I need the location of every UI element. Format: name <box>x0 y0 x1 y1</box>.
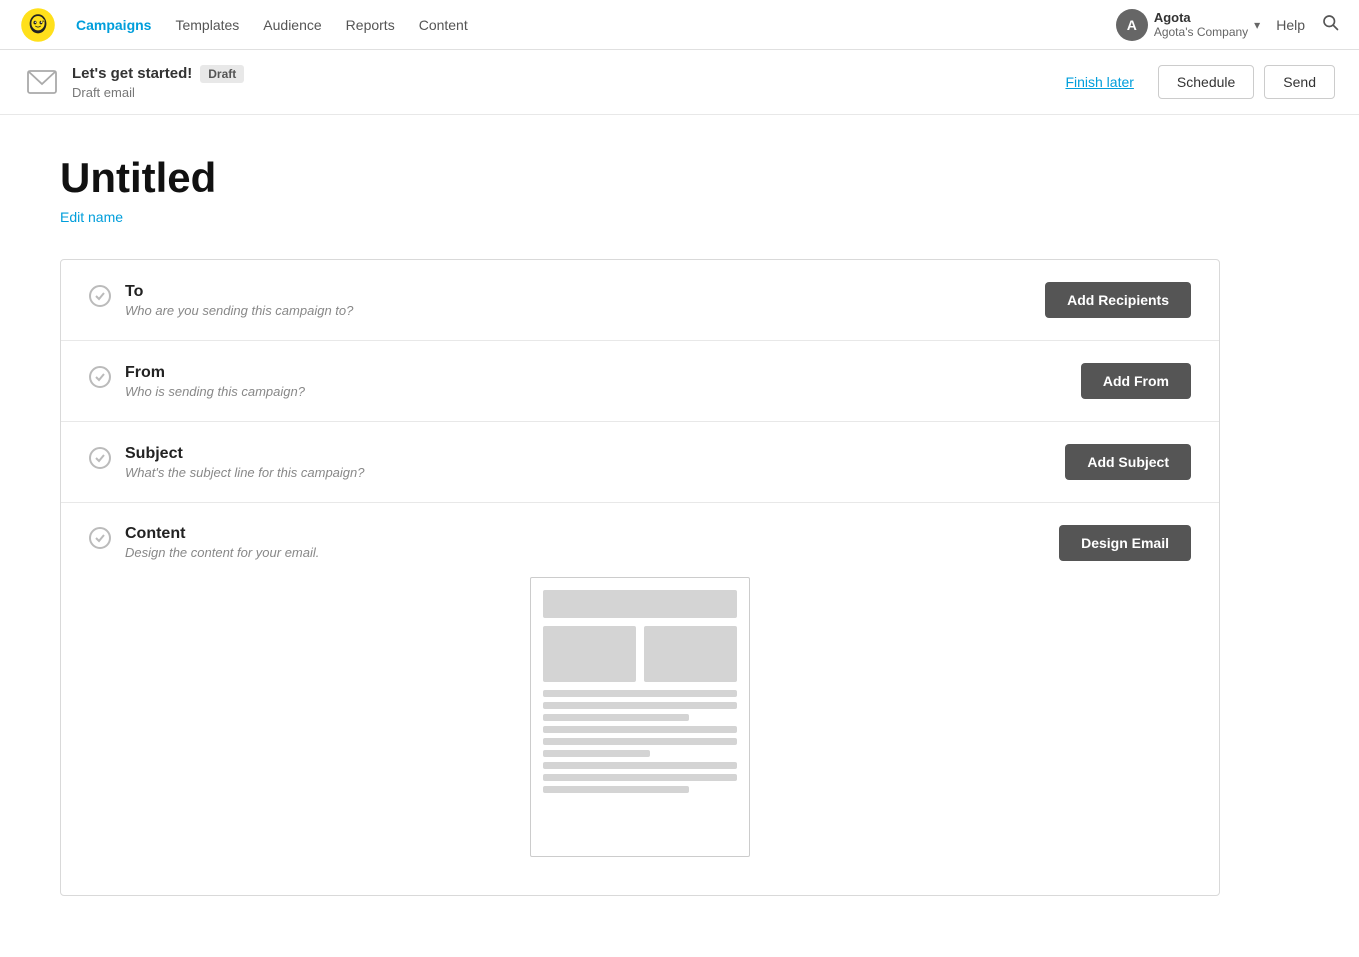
search-icon <box>1321 13 1339 31</box>
thumb-line-9 <box>543 786 689 793</box>
add-recipients-button[interactable]: Add Recipients <box>1045 282 1191 318</box>
subheader: Let's get started! Draft Draft email Fin… <box>0 50 1359 115</box>
from-label-group: From Who is sending this campaign? <box>125 364 305 399</box>
nav-campaigns[interactable]: Campaigns <box>76 17 151 33</box>
from-sublabel: Who is sending this campaign? <box>125 384 305 399</box>
draft-subtitle: Draft email <box>72 85 244 100</box>
content-sublabel: Design the content for your email. <box>125 545 319 560</box>
thumb-header <box>543 590 737 618</box>
subject-label-group: Subject What's the subject line for this… <box>125 445 365 480</box>
thumb-line-7 <box>543 762 737 769</box>
thumb-line-3 <box>543 714 689 721</box>
mailchimp-logo[interactable] <box>20 7 56 43</box>
campaign-row-to: To Who are you sending this campaign to?… <box>61 260 1219 341</box>
to-label: To <box>125 283 353 301</box>
help-link[interactable]: Help <box>1276 17 1305 33</box>
finish-later-button[interactable]: Finish later <box>1051 66 1147 98</box>
from-label: From <box>125 364 305 382</box>
nav-right: A Agota Agota's Company ▾ Help <box>1116 9 1339 41</box>
circle-check-icon-subject <box>94 452 106 464</box>
top-nav: Campaigns Templates Audience Reports Con… <box>0 0 1359 50</box>
row-left-from: From Who is sending this campaign? <box>89 364 305 399</box>
subject-sublabel: What's the subject line for this campaig… <box>125 465 365 480</box>
thumb-line-2 <box>543 702 737 709</box>
page-title: Untitled <box>60 155 1220 201</box>
edit-name-link[interactable]: Edit name <box>60 209 123 225</box>
campaign-row-content: Content Design the content for your emai… <box>61 503 1219 895</box>
thumb-line-1 <box>543 690 737 697</box>
subheader-title-group: Let's get started! Draft Draft email <box>72 65 244 100</box>
thumb-lines <box>543 690 737 844</box>
content-status-icon <box>89 527 111 549</box>
add-subject-button[interactable]: Add Subject <box>1065 444 1191 480</box>
to-label-group: To Who are you sending this campaign to? <box>125 283 353 318</box>
thumb-col-right <box>644 626 737 682</box>
row-left-content: Content Design the content for your emai… <box>89 525 1191 561</box>
nav-links: Campaigns Templates Audience Reports Con… <box>76 17 1116 33</box>
search-button[interactable] <box>1321 13 1339 36</box>
circle-check-icon-content <box>94 532 106 544</box>
thumb-line-8 <box>543 774 737 781</box>
content-row-wrapper: Content Design the content for your emai… <box>89 525 1191 873</box>
main-content: Untitled Edit name To Who are you sendin… <box>0 115 1280 936</box>
draft-badge: Draft <box>200 65 244 83</box>
campaign-row-subject: Subject What's the subject line for this… <box>61 422 1219 503</box>
content-label: Content <box>125 525 319 543</box>
draft-title: Let's get started! <box>72 65 192 82</box>
subject-status-icon <box>89 447 111 469</box>
envelope-icon <box>27 70 57 94</box>
send-button[interactable]: Send <box>1264 65 1335 99</box>
user-avatar: A <box>1116 9 1148 41</box>
email-thumbnail <box>530 577 750 857</box>
email-icon <box>24 64 60 100</box>
add-from-button[interactable]: Add From <box>1081 363 1191 399</box>
content-label-group: Content Design the content for your emai… <box>125 525 319 560</box>
thumb-line-6 <box>543 750 650 757</box>
row-left-subject: Subject What's the subject line for this… <box>89 445 365 480</box>
thumb-col-left <box>543 626 636 682</box>
thumb-two-col <box>543 626 737 682</box>
user-name: Agota <box>1154 10 1248 25</box>
from-status-icon <box>89 366 111 388</box>
campaign-row-from: From Who is sending this campaign? Add F… <box>61 341 1219 422</box>
user-company: Agota's Company <box>1154 25 1248 39</box>
chevron-down-icon: ▾ <box>1254 18 1260 32</box>
nav-content[interactable]: Content <box>419 17 468 33</box>
subject-label: Subject <box>125 445 365 463</box>
user-menu[interactable]: A Agota Agota's Company ▾ <box>1116 9 1260 41</box>
thumb-line-5 <box>543 738 737 745</box>
subheader-right: Finish later Schedule Send <box>1051 65 1335 99</box>
circle-check-icon <box>94 290 106 302</box>
thumb-line-4 <box>543 726 737 733</box>
to-sublabel: Who are you sending this campaign to? <box>125 303 353 318</box>
subheader-left: Let's get started! Draft Draft email <box>24 64 244 100</box>
schedule-button[interactable]: Schedule <box>1158 65 1254 99</box>
user-name-block: Agota Agota's Company <box>1154 10 1248 39</box>
to-status-icon <box>89 285 111 307</box>
nav-audience[interactable]: Audience <box>263 17 321 33</box>
circle-check-icon-from <box>94 371 106 383</box>
row-left-to: To Who are you sending this campaign to? <box>89 283 353 318</box>
email-preview <box>89 577 1191 873</box>
nav-reports[interactable]: Reports <box>346 17 395 33</box>
design-email-button[interactable]: Design Email <box>1059 525 1191 561</box>
campaign-card: To Who are you sending this campaign to?… <box>60 259 1220 896</box>
nav-templates[interactable]: Templates <box>175 17 239 33</box>
content-left: Content Design the content for your emai… <box>89 525 319 560</box>
